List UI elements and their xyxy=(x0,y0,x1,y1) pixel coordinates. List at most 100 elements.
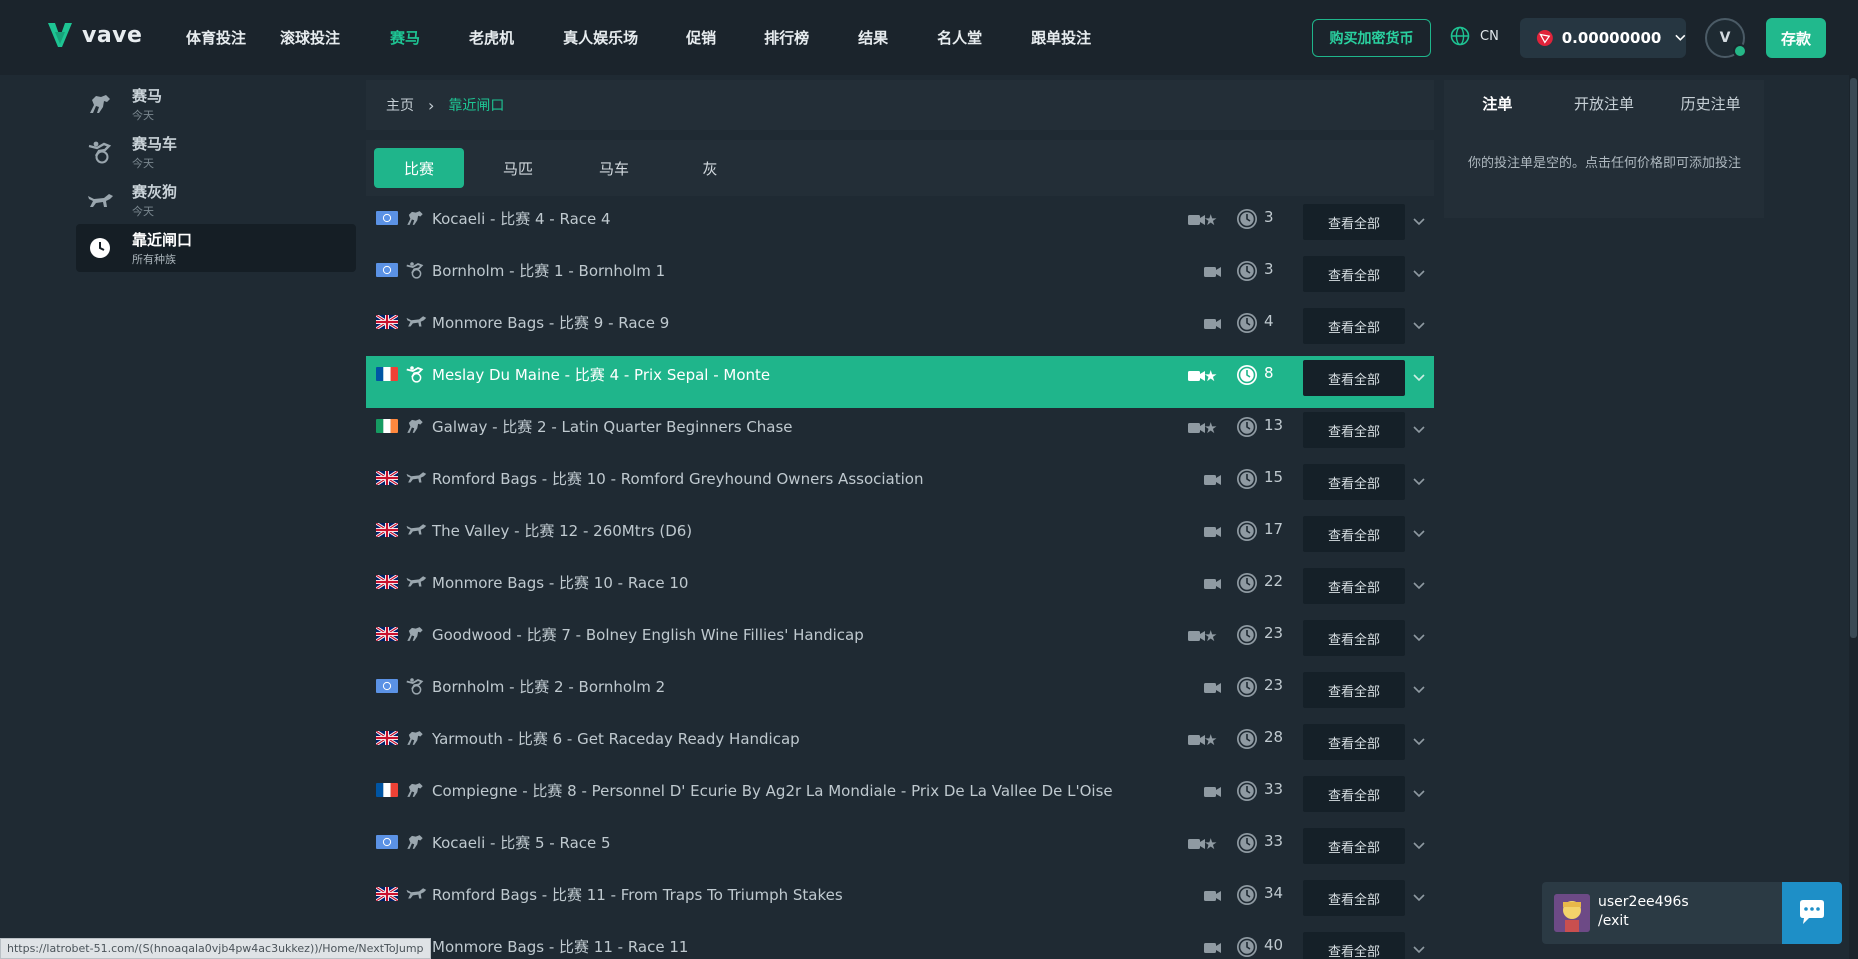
star-icon[interactable]: ★ xyxy=(1204,627,1217,645)
view-all-button[interactable]: 查看全部 xyxy=(1303,776,1405,812)
chevron-down-icon[interactable] xyxy=(1413,474,1427,486)
view-all-button[interactable]: 查看全部 xyxy=(1303,412,1405,448)
race-name[interactable]: Meslay Du Maine - 比赛 4 - Prix Sepal - Mo… xyxy=(432,364,770,385)
race-row[interactable]: Goodwood - 比赛 7 - Bolney English Wine Fi… xyxy=(366,616,1434,668)
view-all-button[interactable]: 查看全部 xyxy=(1303,360,1405,396)
race-row[interactable]: Romford Bags - 比赛 10 - Romford Greyhound… xyxy=(366,460,1434,512)
nav-item-leaderboard[interactable]: 排行榜 xyxy=(764,27,809,48)
race-row[interactable]: Bornholm - 比赛 1 - Bornholm 1 3 查看全部 xyxy=(366,252,1434,304)
race-row[interactable]: Galway - 比赛 2 - Latin Quarter Beginners … xyxy=(366,408,1434,460)
star-icon[interactable]: ★ xyxy=(1204,731,1217,749)
view-all-button[interactable]: 查看全部 xyxy=(1303,932,1405,959)
deposit-button[interactable]: 存款 xyxy=(1766,18,1826,58)
sidebar-item-next-to-jump[interactable]: 靠近闸口 所有种族 xyxy=(76,224,356,272)
race-row[interactable]: Compiegne - 比赛 8 - Personnel D' Ecurie B… xyxy=(366,772,1434,824)
sidebar-item-horse[interactable]: 赛马 今天 xyxy=(76,80,356,128)
race-row[interactable]: Romford Bags - 比赛 11 - From Traps To Tri… xyxy=(366,876,1434,928)
sidebar-item-harness[interactable]: 赛马车 今天 xyxy=(76,128,356,176)
race-name[interactable]: The Valley - 比赛 12 - 260Mtrs (D6) xyxy=(432,520,692,541)
race-row[interactable]: The Valley - 比赛 12 - 260Mtrs (D6) 17 查看全部 xyxy=(366,512,1434,564)
chevron-down-icon[interactable] xyxy=(1413,630,1427,642)
star-icon[interactable]: ★ xyxy=(1204,367,1217,385)
race-name[interactable]: Goodwood - 比赛 7 - Bolney English Wine Fi… xyxy=(432,624,864,645)
chevron-down-icon[interactable] xyxy=(1413,942,1427,954)
race-name[interactable]: Compiegne - 比赛 8 - Personnel D' Ecurie B… xyxy=(432,780,1113,801)
race-name[interactable]: Romford Bags - 比赛 10 - Romford Greyhound… xyxy=(432,468,923,489)
view-all-button[interactable]: 查看全部 xyxy=(1303,464,1405,500)
chevron-down-icon[interactable] xyxy=(1413,422,1427,434)
video-camera-icon[interactable] xyxy=(1204,318,1222,330)
chevron-down-icon[interactable] xyxy=(1413,682,1427,694)
nav-item-live[interactable]: 滚球投注 xyxy=(280,27,340,48)
chevron-down-icon[interactable] xyxy=(1413,578,1427,590)
view-all-button[interactable]: 查看全部 xyxy=(1303,516,1405,552)
nav-item-copy-betting[interactable]: 跟单投注 xyxy=(1031,27,1091,48)
language-selector[interactable]: CN xyxy=(1450,26,1499,46)
sidebar-item-greyhound[interactable]: 赛灰狗 今天 xyxy=(76,176,356,224)
view-all-button[interactable]: 查看全部 xyxy=(1303,828,1405,864)
balance-dropdown[interactable]: 0.00000000 xyxy=(1520,18,1686,58)
race-row[interactable]: Bornholm - 比赛 2 - Bornholm 2 23 查看全部 xyxy=(366,668,1434,720)
nav-item-racing[interactable]: 赛马 xyxy=(390,27,420,48)
race-name[interactable]: Monmore Bags - 比赛 11 - Race 11 xyxy=(432,936,688,957)
race-row[interactable]: Kocaeli - 比赛 5 - Race 5 ★ 33 查看全部 xyxy=(366,824,1434,876)
view-all-button[interactable]: 查看全部 xyxy=(1303,256,1405,292)
nav-item-promotions[interactable]: 促销 xyxy=(686,27,716,48)
race-row[interactable]: Monmore Bags - 比赛 10 - Race 10 22 查看全部 xyxy=(366,564,1434,616)
video-camera-icon[interactable] xyxy=(1204,526,1222,538)
view-all-button[interactable]: 查看全部 xyxy=(1303,204,1405,240)
video-camera-icon[interactable] xyxy=(1204,786,1222,798)
video-camera-icon[interactable] xyxy=(1204,266,1222,278)
race-name[interactable]: Bornholm - 比赛 1 - Bornholm 1 xyxy=(432,260,665,281)
tab-harness[interactable]: 马车 xyxy=(566,148,662,188)
chevron-down-icon[interactable] xyxy=(1413,734,1427,746)
chat-exit-command[interactable]: /exit xyxy=(1598,912,1689,931)
nav-item-live-casino[interactable]: 真人娱乐场 xyxy=(563,27,638,48)
star-icon[interactable]: ★ xyxy=(1204,419,1217,437)
tab-bet-history[interactable]: 历史注单 xyxy=(1657,93,1764,114)
race-row[interactable]: Kocaeli - 比赛 4 - Race 4 ★ 3 查看全部 xyxy=(366,200,1434,252)
race-name[interactable]: Kocaeli - 比赛 5 - Race 5 xyxy=(432,832,611,853)
view-all-button[interactable]: 查看全部 xyxy=(1303,568,1405,604)
race-name[interactable]: Kocaeli - 比赛 4 - Race 4 xyxy=(432,208,611,229)
buy-crypto-button[interactable]: 购买加密货币 xyxy=(1312,19,1431,57)
race-row[interactable]: Monmore Bags - 比赛 11 - Race 11 40 查看全部 xyxy=(366,928,1434,959)
race-name[interactable]: Bornholm - 比赛 2 - Bornholm 2 xyxy=(432,676,665,697)
nav-item-results[interactable]: 结果 xyxy=(858,27,888,48)
race-name[interactable]: Monmore Bags - 比赛 9 - Race 9 xyxy=(432,312,669,333)
chevron-down-icon[interactable] xyxy=(1413,266,1427,278)
chevron-down-icon[interactable] xyxy=(1413,890,1427,902)
view-all-button[interactable]: 查看全部 xyxy=(1303,724,1405,760)
chevron-down-icon[interactable] xyxy=(1413,370,1427,382)
scrollbar-thumb[interactable] xyxy=(1850,78,1857,638)
logo[interactable]: vave xyxy=(46,20,142,50)
tab-betslip[interactable]: 注单 xyxy=(1444,93,1551,114)
view-all-button[interactable]: 查看全部 xyxy=(1303,620,1405,656)
video-camera-icon[interactable] xyxy=(1204,682,1222,694)
race-row[interactable]: Meslay Du Maine - 比赛 4 - Prix Sepal - Mo… xyxy=(366,356,1434,408)
tab-open-bets[interactable]: 开放注单 xyxy=(1551,93,1658,114)
race-name[interactable]: Galway - 比赛 2 - Latin Quarter Beginners … xyxy=(432,416,793,437)
star-icon[interactable]: ★ xyxy=(1204,211,1217,229)
tab-races[interactable]: 比赛 xyxy=(374,148,464,188)
nav-item-sports[interactable]: 体育投注 xyxy=(186,27,246,48)
chevron-down-icon[interactable] xyxy=(1413,214,1427,226)
chevron-down-icon[interactable] xyxy=(1413,786,1427,798)
video-camera-icon[interactable] xyxy=(1204,578,1222,590)
view-all-button[interactable]: 查看全部 xyxy=(1303,880,1405,916)
race-row[interactable]: Yarmouth - 比赛 6 - Get Raceday Ready Hand… xyxy=(366,720,1434,772)
user-avatar[interactable]: V xyxy=(1705,18,1747,58)
nav-item-slots[interactable]: 老虎机 xyxy=(469,27,514,48)
breadcrumb-home[interactable]: 主页 xyxy=(386,95,414,115)
nav-item-hall-of-fame[interactable]: 名人堂 xyxy=(937,27,982,48)
chevron-down-icon[interactable] xyxy=(1413,318,1427,330)
chat-open-button[interactable] xyxy=(1782,882,1842,944)
view-all-button[interactable]: 查看全部 xyxy=(1303,308,1405,344)
tab-greyhounds[interactable]: 灰 xyxy=(662,148,758,188)
star-icon[interactable]: ★ xyxy=(1204,835,1217,853)
video-camera-icon[interactable] xyxy=(1204,474,1222,486)
tab-horses[interactable]: 马匹 xyxy=(470,148,566,188)
chevron-down-icon[interactable] xyxy=(1413,526,1427,538)
race-row[interactable]: Monmore Bags - 比赛 9 - Race 9 4 查看全部 xyxy=(366,304,1434,356)
chat-widget[interactable]: user2ee496s /exit xyxy=(1542,882,1842,944)
